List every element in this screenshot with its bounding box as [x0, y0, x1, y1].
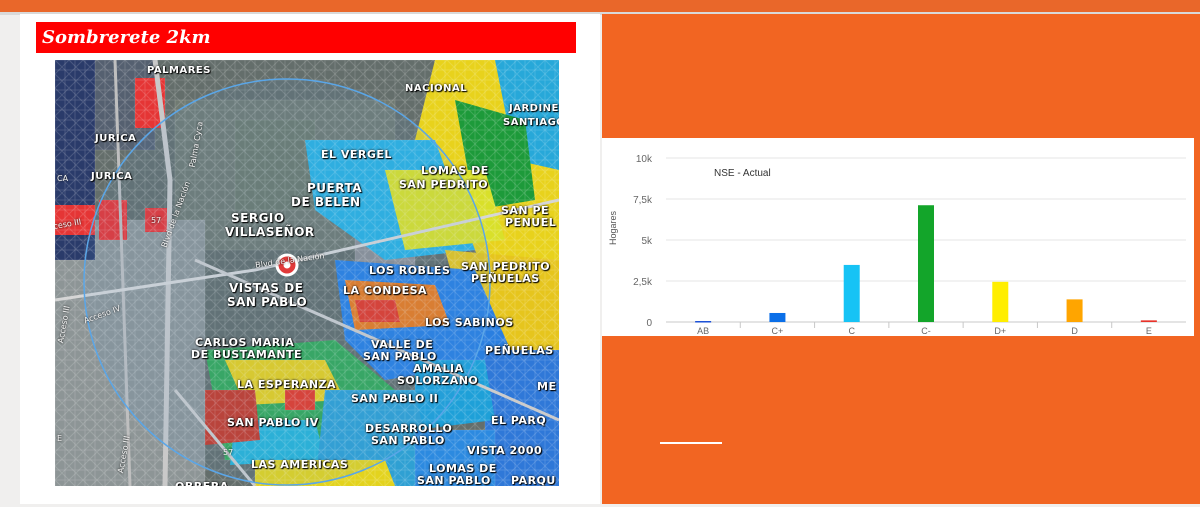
map-area-label: EL VERGEL [321, 148, 392, 161]
map-area-label: JURICA [95, 133, 137, 144]
y-axis-label: Hogares [608, 210, 618, 245]
nse-coverage-map[interactable]: PALMARES NACIONAL JARDINES SANTIAGO JURICA JU… [55, 60, 559, 486]
x-tick-label: C+ [772, 326, 784, 336]
map-area-label: EL PARQ [491, 414, 547, 427]
y-tick-label: 10k [636, 154, 653, 165]
chart-title: NSE - Actual [714, 168, 771, 179]
map-area-label: JARDINES [509, 103, 559, 114]
map-area-label: LOS ROBLES [369, 264, 451, 277]
nse-chart-card: 0 2,5k 5k 7,5k 10k Hogares NSE - Actual AB C+ C C-… [602, 138, 1194, 336]
accent-line [660, 442, 722, 444]
x-tick-label: E [1146, 326, 1152, 336]
map-area-label: DE BUSTAMANTE [191, 348, 303, 361]
map-area-label: SAN PABLO [371, 434, 445, 447]
map-road-label: 57 [223, 448, 234, 457]
x-tick-label: D [1071, 326, 1078, 336]
map-road-label: CA [57, 174, 69, 183]
chart-panel: 0 2,5k 5k 7,5k 10k Hogares NSE - Actual AB C+ C C-… [602, 14, 1200, 504]
map-area-label: PEÑUELAS [471, 272, 540, 285]
map-road-label: E [57, 434, 63, 443]
map-area-label: SOLORZANO [397, 374, 479, 387]
map-area-label: OBRERA [175, 480, 229, 486]
bar-e [1140, 320, 1157, 322]
map-area-label: LOMAS DE [421, 164, 489, 177]
bar-c-minus [918, 205, 934, 322]
map-area-label: JURICA [91, 171, 133, 182]
map-area-label: Vistas De [229, 281, 304, 295]
map-area-label: PEÑUELAS [485, 344, 554, 357]
map-area-label: ME [537, 380, 557, 393]
map-area-label: PALMARES [147, 65, 211, 76]
map-area-label: DE BELEN [291, 195, 361, 209]
y-tick-label: 5k [641, 236, 653, 247]
x-tick-label: AB [697, 326, 709, 336]
bar-d [1066, 299, 1083, 322]
bar-c-minusplus [769, 312, 786, 322]
map-title-banner: Sombrerete 2km [36, 22, 576, 53]
map-area-label: LAS AMERICAS [251, 458, 349, 471]
map-area-label: Villaseñor [225, 225, 315, 239]
map-area-label: PUERTA [307, 181, 362, 195]
map-area-label: SAN PABLO IV [227, 416, 319, 429]
map-area-label: SAN PABLO II [351, 392, 439, 405]
map-area-label: San Pablo [227, 295, 308, 309]
map-area-label: LOS SABINOS [425, 316, 514, 329]
map-area-label: PARQU [511, 474, 556, 486]
map-area-label: SANTIAGO [503, 117, 559, 128]
x-tick-label: C- [921, 326, 931, 336]
bar-c [843, 264, 860, 322]
map-area-label: VISTA 2000 [467, 444, 543, 457]
y-tick-label: 2,5k [633, 277, 653, 288]
map-area-label: NACIONAL [405, 83, 468, 94]
x-tick-label: D+ [994, 326, 1006, 336]
map-area-label: Sergio [231, 211, 285, 225]
top-accent-bar [0, 0, 1200, 12]
map-area-label: SAN PABLO [417, 474, 491, 486]
y-tick-label: 7,5k [633, 195, 653, 206]
map-area-label: PENUEL [505, 216, 557, 229]
bar-ab [695, 321, 712, 323]
x-tick-label: C [848, 326, 855, 336]
map-road-label: 57 [151, 216, 162, 225]
map-area-label: LA ESPERANZA [237, 378, 337, 391]
map-area-label: SAN PEDRITO [399, 178, 489, 191]
nse-bar-chart: 0 2,5k 5k 7,5k 10k Hogares NSE - Actual AB C+ C C-… [608, 154, 1186, 336]
map-area-label: LA CONDESA [343, 284, 428, 297]
map-panel: Sombrerete 2km PALMARES NACIONAL JARDINE… [20, 14, 600, 504]
y-tick-label: 0 [646, 318, 652, 329]
bar-d-minusplus [992, 281, 1009, 322]
